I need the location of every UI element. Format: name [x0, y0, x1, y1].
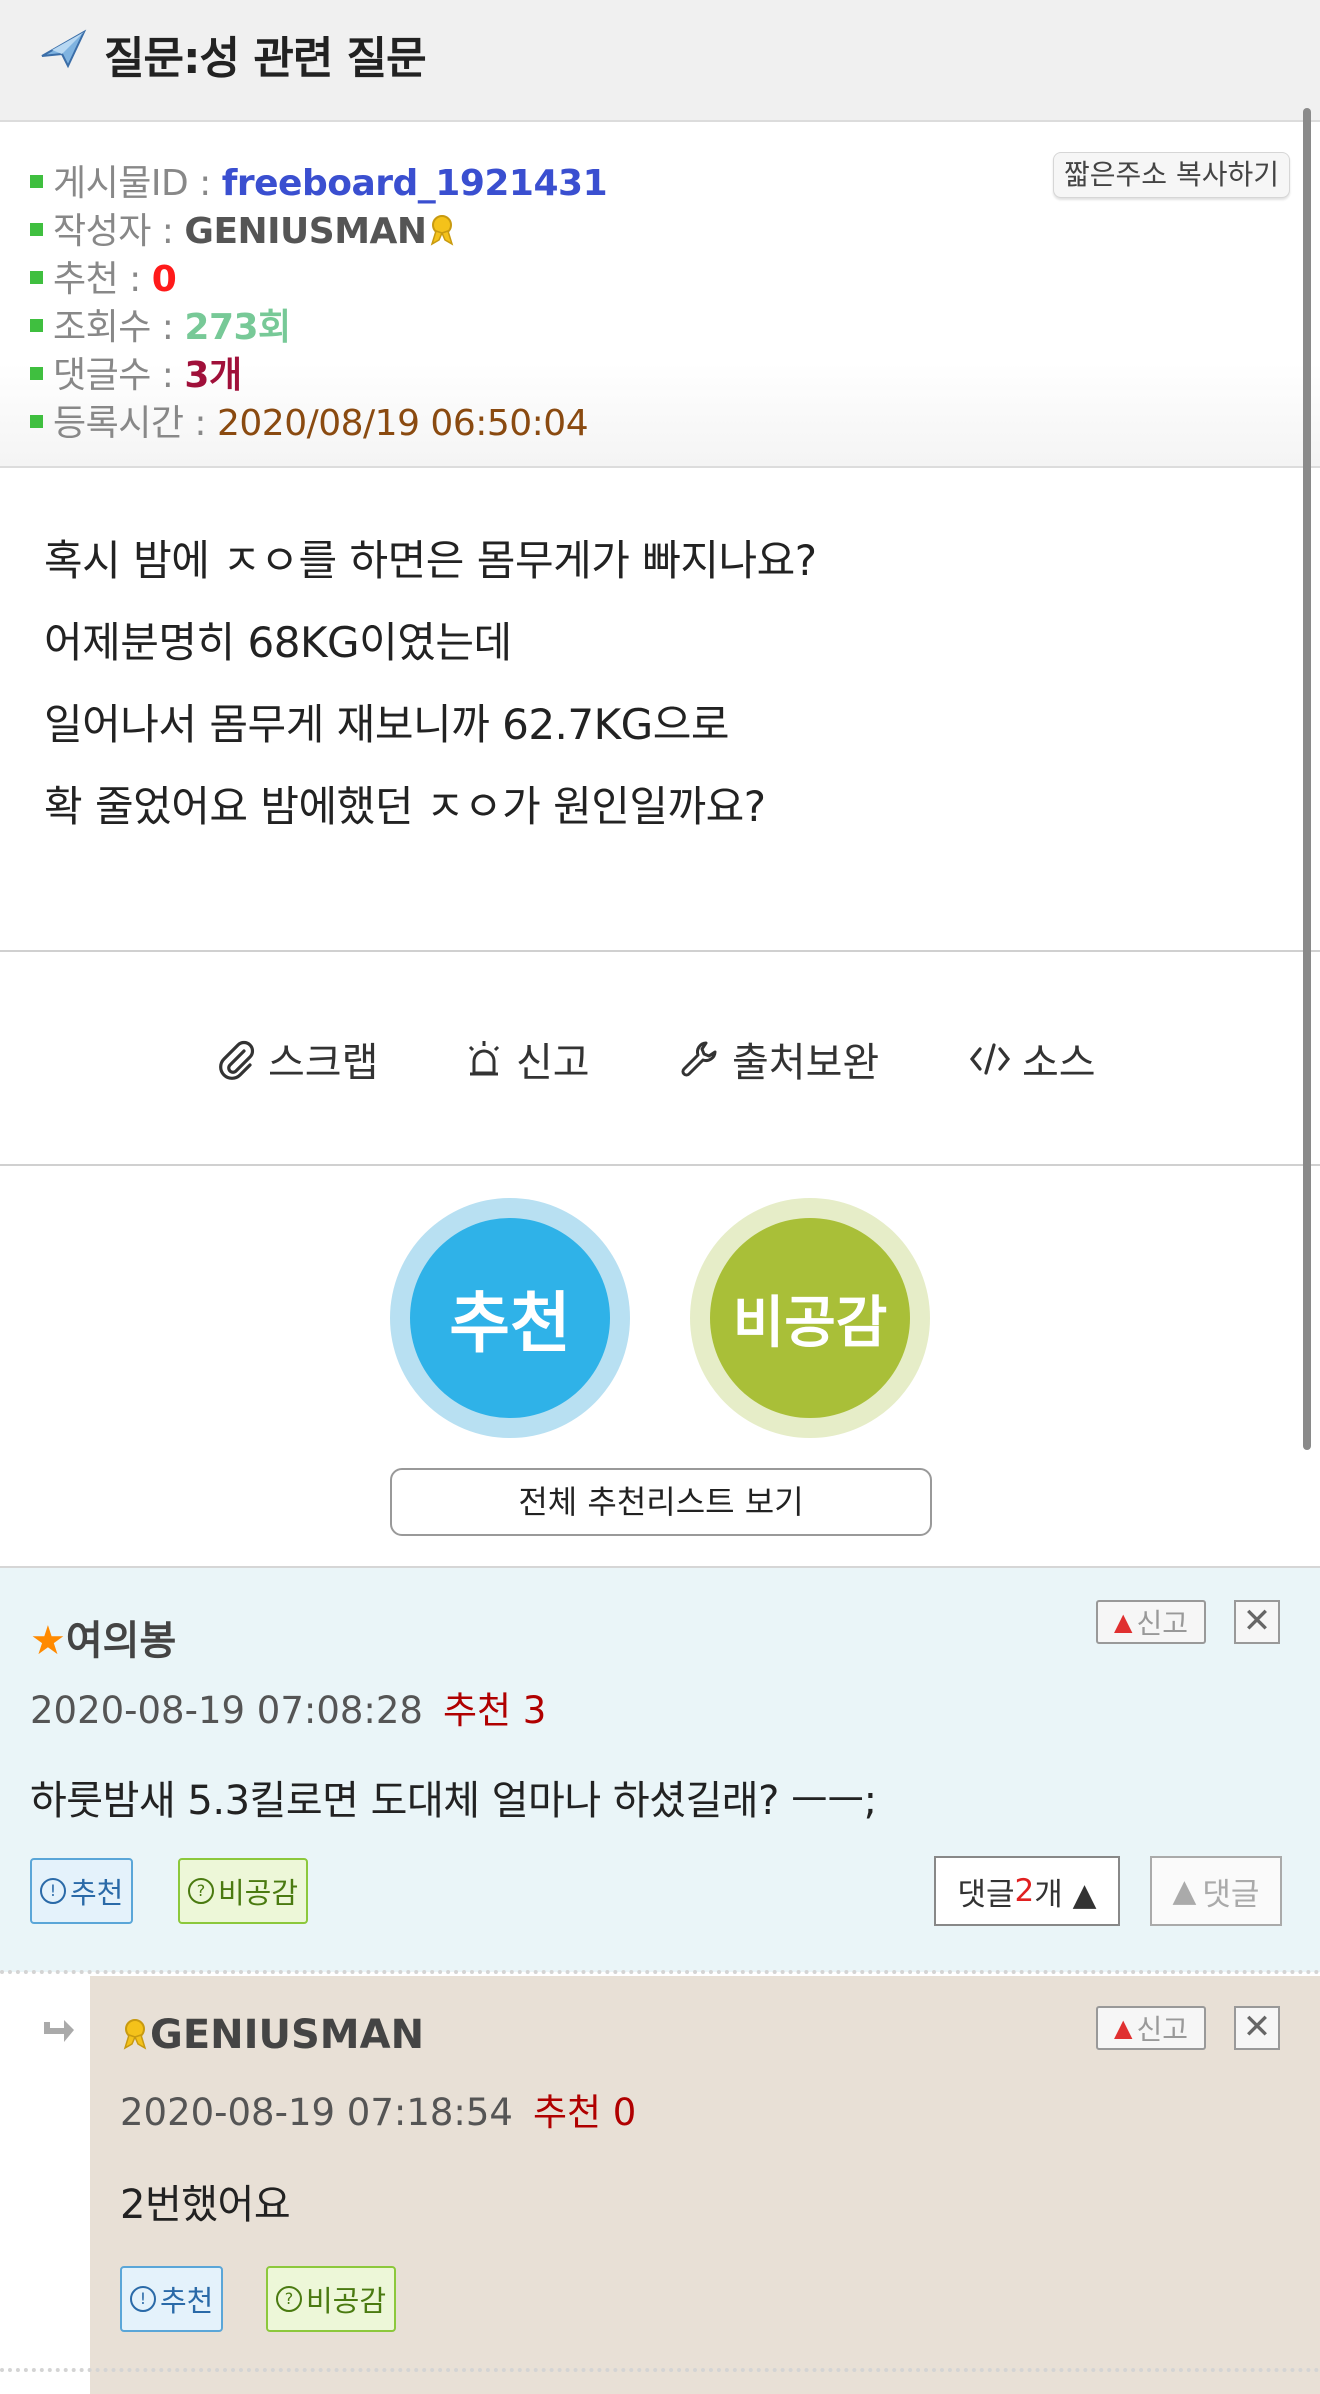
comment-text: 2번했어요: [120, 2182, 291, 2228]
wrench-icon: [681, 1041, 717, 1077]
comment-divider: [0, 2368, 1320, 2372]
source-fix-button[interactable]: 출처보완: [678, 1030, 879, 1088]
reply-comment: GENIUSMAN 2020-08-19 07:18:54 추천 0 2번했어요 …: [90, 1976, 1320, 2394]
siren-icon: ▲: [1114, 2014, 1133, 2042]
reply-arrow-icon: [44, 2020, 74, 2042]
comment-report-button[interactable]: ▲ 신고: [1096, 1600, 1206, 1644]
report-post-button[interactable]: 신고: [462, 1030, 590, 1088]
meta-recommend: 추천 : 0: [30, 250, 177, 302]
copy-short-url-button[interactable]: 짧은주소 복사하기: [1053, 152, 1290, 198]
comment-recommend-button[interactable]: ! 추천: [30, 1858, 134, 1924]
recommend-button[interactable]: 추천: [390, 1198, 630, 1438]
recommend-list-button[interactable]: 전체 추천리스트 보기: [390, 1468, 932, 1536]
comment-disagree-button[interactable]: ? 비공감: [178, 1858, 309, 1924]
page-title: 질문:성 관련 질문: [104, 33, 427, 84]
post-line: 일어나서 몸무게 재보니까 62.7KG으로: [44, 700, 729, 749]
divider: [0, 1164, 1320, 1166]
comment: ★여의봉 2020-08-19 07:08:28 추천 3 하룻밤새 5.3킬로면…: [0, 1566, 1320, 1972]
paperclip-icon: [219, 1040, 255, 1080]
code-icon: [969, 1043, 1011, 1075]
info-icon: !: [130, 2286, 156, 2312]
comment-recommend-button[interactable]: ! 추천: [120, 2266, 224, 2332]
bullet-icon: [30, 270, 43, 284]
bullet-icon: [30, 414, 43, 428]
comment-delete-button[interactable]: ✕: [1234, 2006, 1280, 2050]
meta-comments: 댓글수 : 3개: [30, 346, 242, 398]
author-name[interactable]: GENIUSMAN: [184, 211, 427, 252]
bullet-icon: [30, 366, 43, 380]
scrollbar[interactable]: [1303, 108, 1311, 1450]
comment-meta: 2020-08-19 07:08:28 추천 3: [30, 1689, 547, 1732]
meta-views: 조회수 : 273회: [30, 298, 291, 350]
siren-icon: ▲: [1114, 1608, 1133, 1636]
question-icon: ?: [276, 2286, 302, 2312]
ribbon-badge-icon: [430, 215, 453, 246]
comment-meta: 2020-08-19 07:18:54 추천 0: [120, 2091, 637, 2134]
reply-icon: ▲: [1172, 1873, 1197, 1909]
bullet-icon: [30, 174, 43, 188]
comment-divider: [0, 1970, 1320, 1974]
source-button[interactable]: 소스: [968, 1030, 1096, 1088]
divider: [0, 950, 1320, 952]
disagree-button[interactable]: 비공감: [690, 1198, 930, 1438]
scrap-button[interactable]: 스크랩: [214, 1030, 378, 1088]
comment-delete-button[interactable]: ✕: [1234, 1600, 1280, 1644]
meta-time: 등록시간 : 2020/08/19 06:50:04: [30, 394, 589, 446]
comment-text: 하룻밤새 5.3킬로면 도대체 얼마나 하셨길래? ㅡㅡ;: [30, 1778, 877, 1824]
page-header: 질문:성 관련 질문: [0, 0, 1320, 122]
reply-count-toggle[interactable]: 댓글 2개 ▲: [934, 1856, 1120, 1926]
airplane-icon: [41, 29, 87, 69]
comment-report-button[interactable]: ▲ 신고: [1096, 2006, 1206, 2050]
bullet-icon: [30, 318, 43, 332]
meta-post-id: 게시물ID : freeboard_1921431: [30, 154, 608, 206]
post-line: 확 줄었어요 밤에했던 ㅈㅇ가 원인일까요?: [44, 782, 766, 831]
reply-button[interactable]: ▲ 댓글: [1150, 1856, 1282, 1926]
post-actions: 스크랩 신고 출처보완 소스: [0, 1000, 1320, 1120]
meta-author: 작성자 : GENIUSMAN: [30, 202, 457, 254]
comment-author[interactable]: GENIUSMAN: [120, 2012, 424, 2058]
question-icon: ?: [188, 1878, 214, 1904]
post-id-value[interactable]: freeboard_1921431: [222, 163, 608, 204]
comment-disagree-button[interactable]: ? 비공감: [266, 2266, 397, 2332]
post-line: 어제분명히 68KG이였는데: [44, 618, 512, 667]
post-body: 혹시 밤에 ㅈㅇ를 하면은 몸무게가 빠지나요? 어제분명히 68KG이였는데 …: [44, 520, 1274, 848]
siren-icon: [468, 1041, 500, 1076]
star-icon: ★: [30, 1618, 66, 1664]
bullet-icon: [30, 222, 43, 236]
comment-author[interactable]: ★여의봉: [30, 1608, 176, 1666]
post-line: 혹시 밤에 ㅈㅇ를 하면은 몸무게가 빠지나요?: [44, 536, 817, 585]
info-icon: !: [40, 1878, 66, 1904]
ribbon-badge-icon: [123, 2019, 147, 2050]
